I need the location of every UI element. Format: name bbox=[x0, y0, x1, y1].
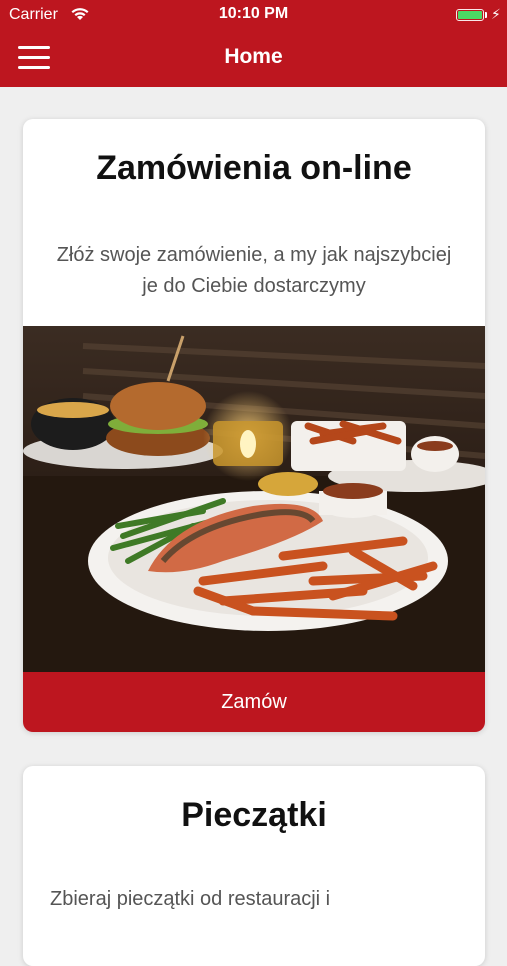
order-button[interactable]: Zamów bbox=[23, 672, 485, 732]
stamps-card: Pieczątki Zbieraj pieczątki od restaurac… bbox=[23, 766, 485, 966]
charging-bolt-icon: ⚡︎ bbox=[491, 6, 501, 22]
food-photo bbox=[23, 326, 485, 672]
clock: 10:10 PM bbox=[218, 5, 289, 22]
battery-cap bbox=[485, 12, 487, 18]
battery-icon bbox=[456, 9, 484, 21]
page-title: Home bbox=[224, 45, 283, 68]
online-orders-card: Zamówienia on-line Złóż swoje zamówienie… bbox=[23, 119, 485, 732]
card-description: Złóż swoje zamówienie, a my jak najszybc… bbox=[56, 244, 452, 297]
app-header: Carrier 10:10 PM ⚡︎ Home bbox=[0, 0, 507, 87]
status-bar: Carrier 10:10 PM ⚡︎ bbox=[0, 0, 507, 30]
card-title: Zamówienia on-line bbox=[96, 149, 412, 187]
card-title: Pieczątki bbox=[181, 796, 327, 834]
navigation-bar: Home bbox=[0, 30, 507, 87]
